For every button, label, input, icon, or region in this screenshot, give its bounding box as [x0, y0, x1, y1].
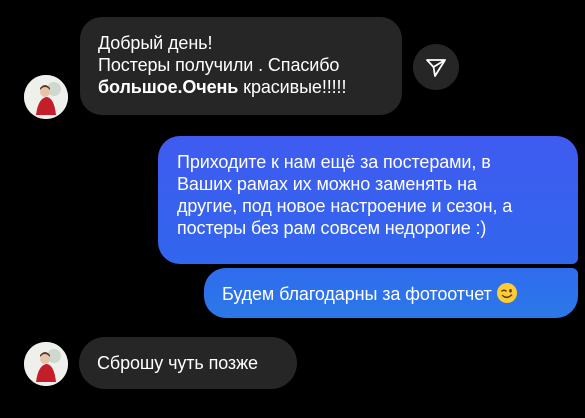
contact-avatar[interactable]: [24, 75, 68, 119]
outgoing-message-bubble[interactable]: Приходите к нам ещё за постерами, в Ваши…: [158, 136, 578, 264]
incoming-message-bubble[interactable]: Сброшу чуть позже: [79, 337, 297, 389]
message-text: красивые!!!!!: [238, 77, 347, 97]
paper-plane-icon: [426, 59, 446, 77]
message-line: постеры без рам совсем недорогие :): [177, 218, 487, 238]
share-button[interactable]: [413, 44, 459, 90]
contact-avatar[interactable]: [24, 342, 68, 386]
message-line: большое.Очень красивые!!!!!: [98, 76, 384, 98]
message-line: Ваших рамах их можно заменять на: [177, 174, 477, 194]
outgoing-message-bubble[interactable]: Будем благодарны за фотоотчет: [204, 268, 578, 318]
message-text: Будем благодарны за фотоотчет: [222, 284, 492, 304]
message-line: Приходите к нам ещё за постерами, в: [177, 152, 491, 172]
winking-face-icon: [496, 282, 518, 309]
message-line: другие, под новое настроение и сезон, а: [177, 196, 513, 216]
incoming-message-bubble[interactable]: Добрый день! Постеры получили . Спасибо …: [80, 17, 402, 115]
message-bold-text: большое.Очень: [98, 77, 239, 97]
message-line: Добрый день!: [98, 33, 213, 53]
message-line: Постеры получили . Спасибо: [98, 55, 340, 75]
message-text: Сброшу чуть позже: [97, 353, 258, 373]
